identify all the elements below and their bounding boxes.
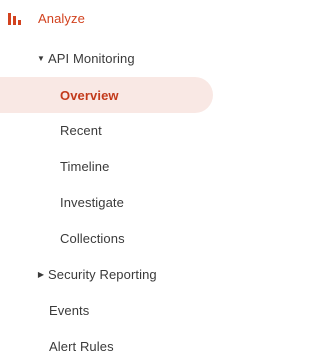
nav-item-overview[interactable]: Overview — [0, 78, 219, 112]
nav-item-analyze-label: Analyze — [38, 10, 85, 26]
nav-item-recent[interactable]: Recent — [0, 113, 219, 147]
nav-item-investigate-label: Investigate — [60, 194, 124, 210]
nav-group-api-monitoring[interactable]: ▼ API Monitoring — [0, 41, 219, 75]
caret-down-icon: ▼ — [36, 53, 46, 63]
nav-group-security-reporting[interactable]: ▶ Security Reporting — [0, 257, 219, 291]
nav-item-analyze[interactable]: Analyze — [0, 0, 219, 36]
bar-chart-icon — [8, 11, 22, 25]
nav-item-investigate[interactable]: Investigate — [0, 185, 219, 219]
nav-item-overview-label: Overview — [60, 87, 119, 103]
nav-item-collections-label: Collections — [60, 230, 125, 246]
nav-group-api-monitoring-label: API Monitoring — [48, 50, 135, 66]
nav-item-events-label: Events — [49, 302, 90, 318]
nav-item-alert-rules[interactable]: Alert Rules — [0, 329, 219, 363]
nav-item-collections[interactable]: Collections — [0, 221, 219, 255]
nav-group-security-reporting-label: Security Reporting — [48, 266, 157, 282]
nav-item-timeline-label: Timeline — [60, 158, 110, 174]
caret-right-icon: ▶ — [37, 269, 45, 279]
nav-item-recent-label: Recent — [60, 122, 102, 138]
nav-item-alert-rules-label: Alert Rules — [49, 338, 114, 354]
nav-item-timeline[interactable]: Timeline — [0, 149, 219, 183]
nav-item-events[interactable]: Events — [0, 293, 219, 327]
sidebar-nav: Analyze ▼ API Monitoring Overview Recent… — [0, 0, 219, 361]
